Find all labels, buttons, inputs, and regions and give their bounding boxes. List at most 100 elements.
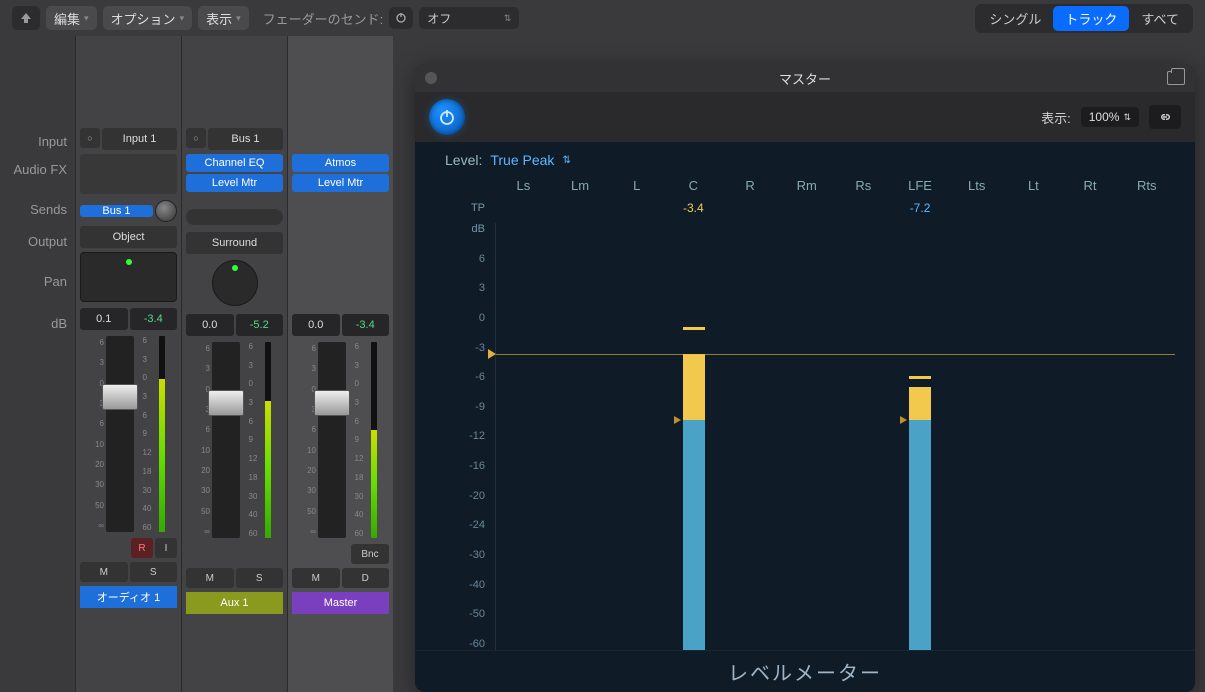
insert-empty[interactable] <box>80 154 177 194</box>
channel-strip-aux1: ○Bus 1 Channel EQ Level Mtr Surround 0.0-5.2… <box>181 36 287 692</box>
volume-fader[interactable] <box>106 336 134 532</box>
sends-mode-select[interactable]: オフ ⇅ <box>419 7 519 29</box>
y-tick: 0 <box>445 312 485 324</box>
send-slot[interactable]: Bus 1 <box>80 205 153 217</box>
fader-scale: 6303610203050∞ <box>298 342 316 538</box>
plugin-title: マスター <box>779 69 831 88</box>
meter-scale: 6303691218304060 <box>249 342 263 538</box>
insert-slot[interactable]: Channel EQ <box>186 154 283 172</box>
peak-value[interactable]: -3.4 <box>342 314 390 336</box>
channel-header-Rm: Rm <box>778 174 835 197</box>
select-arrows-icon: ⇅ <box>1123 112 1131 123</box>
up-arrow-icon[interactable] <box>12 6 40 30</box>
mute-button[interactable]: M <box>186 568 234 588</box>
record-enable-button[interactable]: R <box>131 538 153 558</box>
row-audiofx-label: Audio FX <box>0 156 75 196</box>
fader-scale: 6303610203050∞ <box>192 342 210 538</box>
threshold-line <box>496 354 1175 355</box>
pan-surround-panner[interactable] <box>186 258 283 308</box>
y-tick: 3 <box>445 282 485 294</box>
solo-button[interactable]: S <box>130 562 178 582</box>
level-meter <box>371 342 377 538</box>
plugin-view-label: 表示: <box>1041 108 1071 127</box>
insert-slot[interactable]: Atmos <box>292 154 389 172</box>
meter-column-LFE <box>892 223 949 650</box>
send-level-knob[interactable] <box>155 200 177 222</box>
threshold-marker-icon[interactable] <box>488 349 496 359</box>
row-sends-label: Sends <box>0 196 75 224</box>
meter-bar-peak <box>909 387 931 420</box>
expand-icon[interactable] <box>1167 71 1185 85</box>
peak-value[interactable]: -3.4 <box>130 308 178 330</box>
y-tick: -9 <box>445 401 485 413</box>
input-enable-toggle[interactable]: ○ <box>186 128 206 148</box>
pan-surround-panner[interactable] <box>80 252 177 302</box>
mute-button[interactable]: M <box>80 562 128 582</box>
column-marker-icon[interactable] <box>674 416 681 424</box>
y-tick: -6 <box>445 371 485 383</box>
bounce-button[interactable]: Bnc <box>351 544 389 564</box>
row-output-label: Output <box>0 228 75 256</box>
insert-slot[interactable]: Level Mtr <box>292 174 389 192</box>
volume-fader[interactable] <box>318 342 346 538</box>
input-enable-toggle[interactable]: ○ <box>80 128 100 148</box>
strip-name-label[interactable]: オーディオ 1 <box>80 586 177 608</box>
input-slot[interactable]: Input 1 <box>102 128 177 150</box>
gain-value[interactable]: 0.0 <box>292 314 340 336</box>
sends-power-toggle[interactable] <box>389 7 413 29</box>
strip-name-label[interactable]: Master <box>292 592 389 614</box>
meter-column-Rts <box>1118 223 1175 650</box>
send-empty[interactable] <box>186 209 283 225</box>
column-marker-icon[interactable] <box>900 416 907 424</box>
meter-column-L <box>609 223 666 650</box>
chevron-down-icon: ▾ <box>236 13 241 24</box>
y-tick: -12 <box>445 430 485 442</box>
plugin-window: マスター 表示: 100% ⇅ Level: True Peak ⇅ LsLmL <box>415 64 1195 692</box>
seg-all[interactable]: すべて <box>1129 6 1191 31</box>
row-input-label: Input <box>0 128 75 156</box>
meter-bar-rms <box>683 420 705 650</box>
channel-header-Ls: Ls <box>495 174 552 197</box>
y-tick: -40 <box>445 579 485 591</box>
seg-single[interactable]: シングル <box>977 6 1053 31</box>
input-monitor-button[interactable]: I <box>155 538 177 558</box>
meter-column-Ls <box>496 223 553 650</box>
plugin-titlebar[interactable]: マスター <box>415 64 1195 92</box>
volume-fader[interactable] <box>212 342 240 538</box>
solo-button[interactable]: S <box>236 568 284 588</box>
tp-value-C: -3.4 <box>665 201 722 215</box>
mute-button[interactable]: M <box>292 568 340 588</box>
channel-header-LFE: LFE <box>892 174 949 197</box>
gain-value[interactable]: 0.0 <box>186 314 234 336</box>
channel-header-Rs: Rs <box>835 174 892 197</box>
level-mode-select[interactable]: True Peak <box>490 152 554 168</box>
input-slot[interactable]: Bus 1 <box>208 128 283 150</box>
y-tick: -30 <box>445 549 485 561</box>
peak-value[interactable]: -5.2 <box>236 314 284 336</box>
dim-button[interactable]: D <box>342 568 390 588</box>
insert-slot[interactable]: Level Mtr <box>186 174 283 192</box>
output-slot[interactable]: Object <box>80 226 177 248</box>
plugin-zoom-select[interactable]: 100% ⇅ <box>1081 107 1139 127</box>
gain-value[interactable]: 0.1 <box>80 308 128 330</box>
mixer-row-labels: Input Audio FX Sends Output Pan dB <box>0 36 75 692</box>
options-menu[interactable]: オプション▾ <box>103 6 193 30</box>
channel-header-R: R <box>722 174 779 197</box>
output-slot[interactable]: Surround <box>186 232 283 254</box>
seg-track[interactable]: トラック <box>1053 6 1129 31</box>
close-icon[interactable] <box>425 72 437 84</box>
y-tick: -20 <box>445 490 485 502</box>
edit-menu[interactable]: 編集▾ <box>46 6 97 30</box>
channel-header-Lm: Lm <box>552 174 609 197</box>
y-tick: -60 <box>445 638 485 650</box>
meter-scale: 6303691218304060 <box>355 342 369 538</box>
channel-header-C: C <box>665 174 722 197</box>
strip-name-label[interactable]: Aux 1 <box>186 592 283 614</box>
meter-bar-peak <box>683 354 705 420</box>
meter-column-C <box>666 223 723 650</box>
plugin-power-button[interactable] <box>429 99 465 135</box>
link-icon[interactable] <box>1149 105 1181 129</box>
peak-hold-indicator <box>909 376 931 379</box>
view-menu[interactable]: 表示▾ <box>198 6 249 30</box>
chevron-down-icon: ▾ <box>180 13 185 24</box>
